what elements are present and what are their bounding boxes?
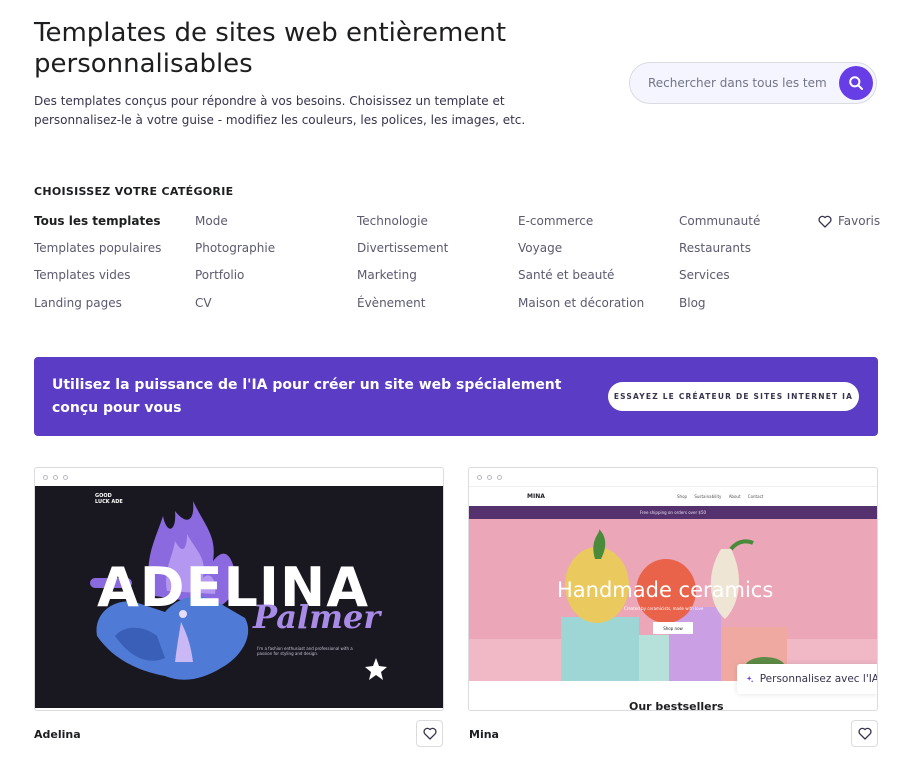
mina-nav-links: Shop Sustainability About Contact (677, 494, 764, 499)
template-card-adelina[interactable]: GOOD LUCK ADE ADELINA Palmer I'm a fashi… (34, 467, 444, 711)
category-blog[interactable]: Blog (679, 296, 706, 310)
mina-logo: MINA (527, 493, 545, 500)
category-home-decor[interactable]: Maison et décoration (518, 296, 644, 310)
favorite-button[interactable] (851, 720, 878, 747)
category-heading: CHOISISSEZ VOTRE CATÉGORIE (34, 185, 234, 198)
category-blank-templates[interactable]: Templates vides (34, 268, 131, 282)
favorites-link[interactable]: Favoris (818, 214, 880, 228)
search-icon (849, 76, 863, 90)
ai-banner-text: Utilisez la puissance de l'IA pour créer… (52, 377, 562, 416)
mina-announcement: Free shipping on orders over $50 (469, 506, 877, 519)
template-card-mina[interactable]: MINA Shop Sustainability About Contact F… (468, 467, 878, 711)
ai-banner: Utilisez la puissance de l'IA pour créer… (34, 357, 878, 436)
search-input[interactable] (630, 63, 830, 103)
window-dot (487, 474, 492, 480)
favorite-button[interactable] (416, 720, 443, 747)
mina-navbar: MINA Shop Sustainability About Contact (469, 486, 877, 506)
window-dot (43, 474, 48, 480)
heart-icon (422, 727, 437, 740)
adelina-script-title: Palmer (253, 598, 381, 636)
window-dot (63, 474, 68, 480)
window-dot (477, 474, 482, 480)
heart-icon (818, 215, 832, 228)
customize-with-ai-button[interactable]: Personnalisez avec l'IA (737, 664, 878, 694)
page-title: Templates de sites web entièrement perso… (34, 18, 507, 79)
template-name[interactable]: Adelina (34, 728, 81, 741)
category-ecommerce[interactable]: E-commerce (518, 214, 593, 228)
category-travel[interactable]: Voyage (518, 241, 562, 255)
category-landing-pages[interactable]: Landing pages (34, 296, 122, 310)
category-entertainment[interactable]: Divertissement (357, 241, 448, 255)
search-button[interactable] (839, 66, 873, 100)
search-bar (629, 62, 877, 104)
category-restaurants[interactable]: Restaurants (679, 241, 751, 255)
category-marketing[interactable]: Marketing (357, 268, 417, 282)
page-description: Des templates conçus pour répondre à vos… (34, 94, 526, 127)
customize-with-ai-label: Personnalisez avec l'IA (759, 673, 878, 685)
window-dot (53, 474, 58, 480)
category-fashion[interactable]: Mode (195, 214, 228, 228)
category-community[interactable]: Communauté (679, 214, 760, 228)
browser-bar (469, 468, 877, 486)
category-health-beauty[interactable]: Santé et beauté (518, 268, 614, 282)
category-cv[interactable]: CV (195, 296, 212, 310)
category-portfolio[interactable]: Portfolio (195, 268, 244, 282)
favorites-label: Favoris (838, 214, 881, 228)
category-technology[interactable]: Technologie (357, 214, 428, 228)
browser-bar (35, 468, 443, 486)
window-dot (497, 474, 502, 480)
category-services[interactable]: Services (679, 268, 730, 282)
adelina-blurb: I'm a fashion enthusiast and professiona… (257, 646, 353, 656)
template-name[interactable]: Mina (469, 728, 499, 741)
category-popular-templates[interactable]: Templates populaires (34, 241, 161, 255)
heart-icon (857, 727, 872, 740)
mina-headline: Handmade ceramics (557, 578, 774, 602)
sparkle-icon (746, 675, 754, 683)
mina-hero: Handmade ceramics Created by ceramicists… (469, 519, 877, 681)
ai-builder-button[interactable]: ESSAYEZ LE CRÉATEUR DE SITES INTERNET IA (608, 382, 859, 411)
category-photography[interactable]: Photographie (195, 241, 275, 255)
template-preview-adelina: GOOD LUCK ADE ADELINA Palmer I'm a fashi… (35, 486, 443, 708)
category-all-templates[interactable]: Tous les templates (34, 214, 160, 228)
mina-subheading: Created by ceramicists, made with love (624, 606, 704, 611)
category-event[interactable]: Évènement (357, 296, 425, 310)
mina-section-title: Our bestsellers (629, 700, 724, 711)
mina-shop-button: Shop now (653, 622, 693, 634)
